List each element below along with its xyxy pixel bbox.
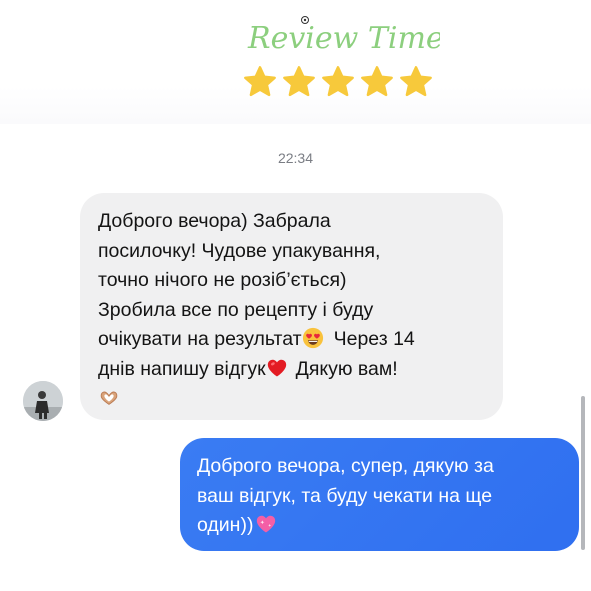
outgoing-message-bubble[interactable]: Доброго вечора, супер, дякую за ваш відг… bbox=[180, 438, 579, 551]
message-timestamp: 22:34 bbox=[277, 150, 314, 166]
message-line: ваш відгук, та буду чекати на ще bbox=[197, 484, 493, 507]
brand-logo: Review Time bbox=[240, 12, 440, 60]
star-icon bbox=[244, 66, 276, 97]
star-icon bbox=[283, 66, 315, 97]
star-icon bbox=[400, 66, 432, 97]
message-line-with-emoji: один)) bbox=[197, 511, 563, 541]
message-fragment: очікувати на результат bbox=[98, 328, 302, 350]
heart-eyes-emoji bbox=[302, 327, 324, 349]
message-line: точно нічого не розіб’ється) bbox=[98, 269, 347, 291]
message-fragment: один)) bbox=[197, 514, 254, 536]
chat-scrollbar[interactable] bbox=[581, 396, 585, 550]
brand-logo-text: Review Time bbox=[247, 21, 440, 56]
message-line: Доброго вечора, супер, дякую за bbox=[197, 455, 494, 477]
message-line-with-emoji bbox=[98, 384, 485, 414]
message-line-with-emoji: днів напишу відгук Дякую вам! bbox=[98, 355, 485, 385]
message-line: посилочку! Чудове упакування, bbox=[98, 239, 381, 262]
message-fragment: Через 14 bbox=[333, 328, 415, 350]
star-icon bbox=[322, 66, 354, 97]
message-line-with-emoji: очікувати на результат Через 14 bbox=[98, 325, 485, 355]
message-fragment: днів напишу відгук bbox=[98, 357, 266, 380]
message-fragment: Дякую вам! bbox=[295, 357, 398, 380]
star-icon bbox=[361, 66, 393, 97]
red-heart-emoji bbox=[266, 357, 288, 379]
bottom-spacer bbox=[0, 568, 591, 591]
incoming-message-bubble[interactable]: Доброго вечора) Забрала посилочку! Чудов… bbox=[80, 193, 503, 420]
sparkling-heart-emoji bbox=[255, 513, 277, 535]
message-line: Доброго вечора) Забрала bbox=[98, 210, 331, 232]
message-line: Зробила все по рецепту і буду bbox=[98, 298, 374, 321]
rating-stars bbox=[242, 64, 434, 104]
contact-avatar[interactable] bbox=[23, 381, 63, 421]
heart-hands-emoji bbox=[98, 386, 120, 408]
